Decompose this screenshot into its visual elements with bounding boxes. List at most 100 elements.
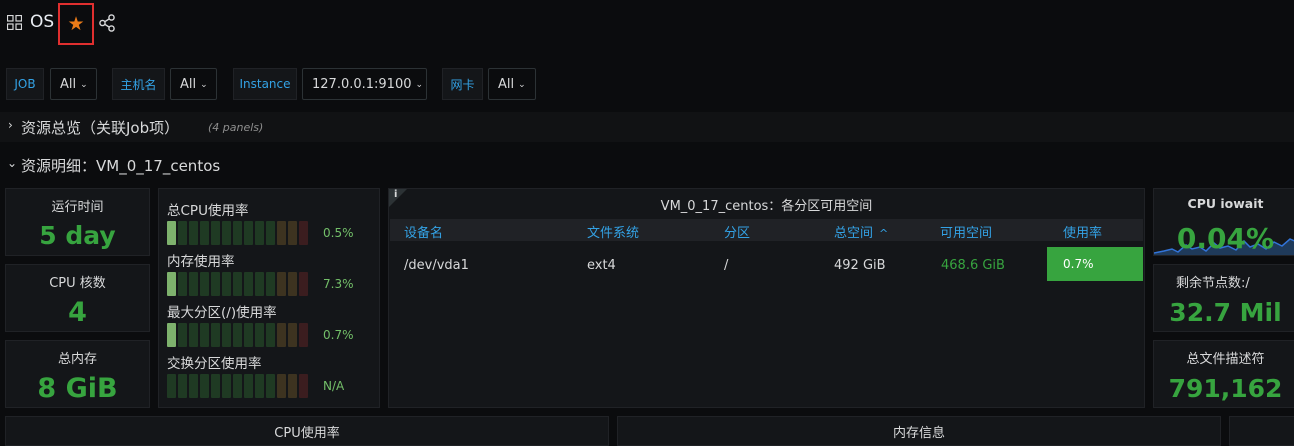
stat-value: 32.7 Mil	[1169, 298, 1282, 327]
variable-select-value: All	[180, 76, 197, 92]
gauge-cell	[233, 221, 242, 245]
gauge-cell	[222, 272, 231, 296]
chevron-down-icon: ⌄	[518, 79, 526, 90]
chevron-down-icon: ⌄	[80, 79, 88, 90]
column-header-usage[interactable]: 使用率	[1063, 222, 1102, 241]
dashboard-grid-icon[interactable]	[7, 15, 22, 30]
variable-select-nic[interactable]: All ⌄	[488, 68, 536, 100]
variable-label-hostname: 主机名	[112, 68, 165, 100]
cpu-usage-panel[interactable]: CPU使用率	[5, 416, 609, 446]
gauge-cell	[189, 272, 198, 296]
row-title: 资源总览（关联Job项）	[21, 119, 180, 137]
gauge-cell	[178, 221, 187, 245]
variable-select-hostname[interactable]: All ⌄	[170, 68, 217, 100]
gauge-cell	[189, 374, 198, 398]
row-overview[interactable]: › 资源总览（关联Job项） (4 panels)	[0, 112, 1294, 142]
stat-panel-file-descriptors[interactable]: 总文件描述符 791,162	[1153, 340, 1294, 408]
table-header: 设备名 文件系统 分区 总空间 ^ 可用空间 使用率	[390, 219, 1143, 241]
gauge-cell	[266, 374, 275, 398]
gauge-cell	[222, 374, 231, 398]
gauge-cell	[233, 374, 242, 398]
chevron-down-icon: ⌄	[7, 156, 18, 170]
row-panel-count: (4 panels)	[208, 121, 264, 134]
variable-select-instance[interactable]: 127.0.0.1:9100 ⌄	[302, 68, 427, 100]
variable-select-value: All	[498, 76, 515, 92]
stat-panel-cpu-iowait[interactable]: CPU iowait 0.04%	[1153, 188, 1294, 256]
gauge-cell	[200, 272, 209, 296]
gauge-label: 总CPU使用率	[167, 203, 249, 219]
cell-filesystem: ext4	[587, 258, 616, 273]
partition-table-panel[interactable]: i VM_0_17_centos：各分区可用空间 设备名 文件系统 分区 总空间…	[388, 188, 1145, 408]
bar-gauge-panel[interactable]: 总CPU使用率 0.5% 内存使用率 7.3% 最大分区(/)使用率 0.7% …	[158, 188, 380, 408]
gauge-cell	[277, 374, 286, 398]
gauge-cell	[266, 221, 275, 245]
gauge-cell	[189, 221, 198, 245]
gauge-cell	[178, 374, 187, 398]
stat-panel-uptime[interactable]: 运行时间 5 day	[5, 188, 150, 256]
share-icon[interactable]	[99, 14, 115, 32]
panel-title: VM_0_17_centos：各分区可用空间	[660, 199, 873, 214]
cell-available: 468.6 GiB	[941, 258, 1005, 273]
gauge-cell	[211, 221, 220, 245]
dashboard-title[interactable]: OS	[30, 12, 54, 32]
stat-value: 8 GiB	[37, 373, 118, 404]
row-title: 资源明细：VM_0_17_centos	[21, 157, 221, 175]
variable-select-value: All	[60, 76, 77, 92]
column-header-device[interactable]: 设备名	[404, 222, 443, 241]
row-detail[interactable]: ⌄ 资源明细：VM_0_17_centos	[0, 150, 400, 178]
stat-value: 0.04%	[1176, 222, 1275, 255]
gauge-cell	[222, 323, 231, 347]
gauge-cell	[211, 323, 220, 347]
column-header-filesystem[interactable]: 文件系统	[587, 222, 639, 241]
chevron-down-icon: ⌄	[200, 79, 208, 90]
stat-panel-total-memory[interactable]: 总内存 8 GiB	[5, 340, 150, 408]
panel-title: CPU iowait	[1187, 196, 1264, 211]
gauge-cell	[222, 221, 231, 245]
gauge-value: 0.7%	[323, 328, 354, 342]
gauge-cell	[200, 221, 209, 245]
gauge-cell	[189, 323, 198, 347]
gauge-bar-memory	[167, 272, 310, 296]
stat-value: 791,162	[1168, 374, 1283, 403]
partial-panel[interactable]	[1229, 416, 1294, 446]
gauge-cell	[288, 221, 297, 245]
gauge-cell	[299, 323, 308, 347]
column-header-available[interactable]: 可用空间	[940, 222, 992, 241]
star-icon: ★	[67, 12, 85, 35]
gauge-cell	[299, 374, 308, 398]
gauge-cell	[266, 272, 275, 296]
column-header-total[interactable]: 总空间 ^	[834, 222, 888, 241]
gauge-cell	[233, 323, 242, 347]
cell-usage: 0.7%	[1047, 247, 1143, 281]
memory-info-panel[interactable]: 内存信息	[617, 416, 1221, 446]
gauge-cell	[178, 272, 187, 296]
panel-title: 运行时间	[51, 200, 104, 215]
gauge-cell	[277, 221, 286, 245]
gauge-cell	[255, 272, 264, 296]
sort-asc-icon: ^	[879, 227, 889, 240]
gauge-cell	[178, 323, 187, 347]
gauge-value: 0.5%	[323, 226, 354, 240]
column-header-label: 总空间	[834, 226, 874, 241]
gauge-cell	[200, 374, 209, 398]
stat-panel-cpu-cores[interactable]: CPU 核数 4	[5, 264, 150, 332]
cell-device: /dev/vda1	[404, 258, 469, 273]
gauge-cell	[211, 272, 220, 296]
gauge-value: 7.3%	[323, 277, 354, 291]
gauge-cell	[288, 323, 297, 347]
gauge-bar-cpu	[167, 221, 310, 245]
gauge-cell	[200, 323, 209, 347]
stat-panel-free-inodes[interactable]: 剩余节点数:/ 32.7 Mil	[1153, 264, 1294, 332]
star-button[interactable]: ★	[58, 3, 94, 45]
gauge-cell	[288, 272, 297, 296]
chevron-right-icon: ›	[8, 118, 13, 132]
cell-total: 492 GiB	[834, 258, 886, 273]
column-header-partition[interactable]: 分区	[724, 222, 750, 241]
stat-value: 4	[68, 297, 87, 328]
gauge-label: 交换分区使用率	[167, 356, 262, 372]
gauge-cell	[244, 272, 253, 296]
gauge-value: N/A	[323, 379, 345, 393]
gauge-cell	[255, 374, 264, 398]
variable-select-job[interactable]: All ⌄	[50, 68, 97, 100]
gauge-cell	[211, 374, 220, 398]
